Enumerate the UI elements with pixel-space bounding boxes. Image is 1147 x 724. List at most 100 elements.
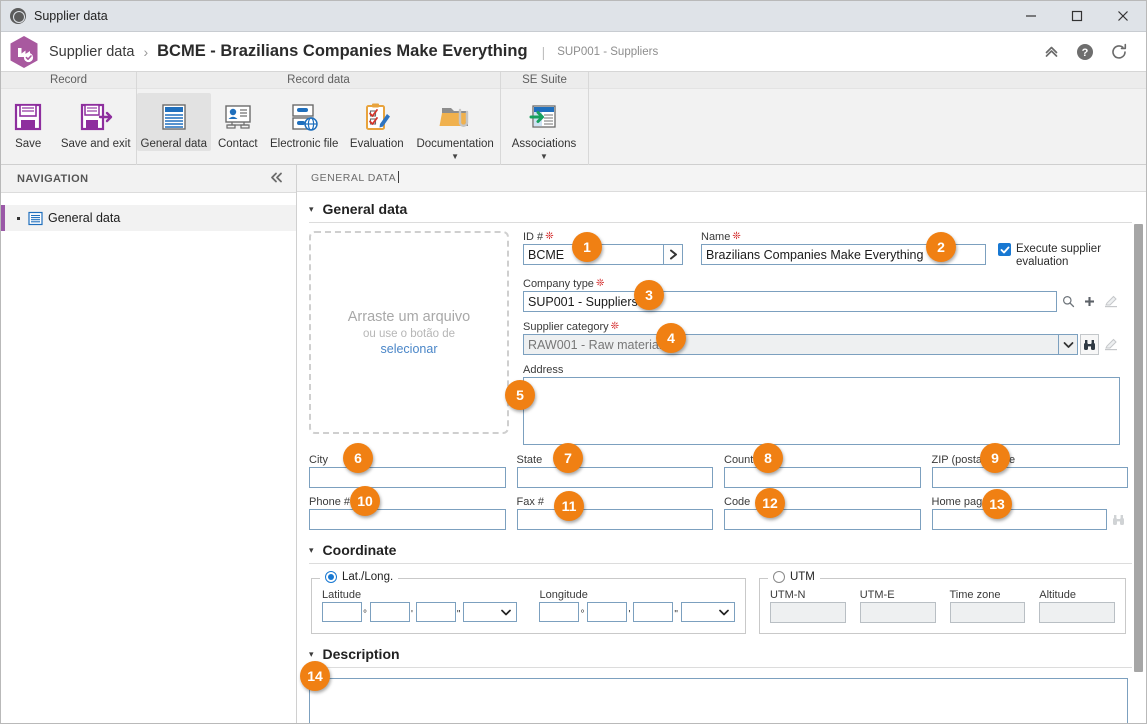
address-field[interactable] [523, 377, 1120, 445]
chevron-down-icon[interactable]: ▾ [309, 650, 314, 659]
id-field[interactable]: BCME [523, 244, 664, 265]
ribbon-button-electronic-file[interactable]: Electronic file [265, 93, 343, 151]
collapse-up-icon[interactable] [1043, 43, 1060, 60]
refresh-icon[interactable] [1110, 43, 1128, 61]
city-field[interactable] [309, 467, 506, 488]
altitude-label: Altitude [1039, 589, 1115, 601]
description-field[interactable] [309, 678, 1128, 724]
phone-field[interactable] [309, 509, 506, 530]
execute-supplier-evaluation-checkbox[interactable] [998, 243, 1011, 256]
name-field-group: Name❊ Brazilians Companies Make Everythi… [701, 231, 986, 265]
id-next-button[interactable] [664, 244, 683, 265]
second-unit-label: " [457, 609, 461, 620]
window-controls [1008, 1, 1146, 32]
longitude-minutes-input[interactable] [587, 602, 627, 622]
ribbon-group-title: Record [1, 72, 136, 89]
chevron-down-icon[interactable]: ▼ [451, 153, 459, 161]
contact-detail-row: Phone # Fax # Code Home page [309, 496, 1128, 530]
binoculars-icon[interactable] [1109, 509, 1128, 530]
chevron-down-icon[interactable]: ▾ [309, 546, 314, 555]
section-title: Coordinate [323, 542, 397, 558]
latitude-hemisphere-select[interactable] [463, 602, 517, 622]
home-page-field[interactable] [932, 509, 1108, 530]
utm-legend-label: UTM [790, 571, 815, 583]
dropzone-select-link[interactable]: selecionar [381, 342, 438, 356]
utm-radio[interactable] [773, 571, 785, 583]
ribbon-button-associations[interactable]: Associations ▼ [501, 93, 587, 161]
minimize-button[interactable] [1008, 1, 1054, 32]
plus-icon[interactable] [1080, 291, 1099, 312]
file-dropzone[interactable]: Arraste um arquivo ou use o botão de sel… [309, 231, 509, 434]
form-scroll-area: ▾ General data Arraste um arquivo ou use… [297, 192, 1146, 724]
code-field[interactable] [724, 509, 921, 530]
latlong-radio[interactable] [325, 571, 337, 583]
section-header-description[interactable]: ▾ Description [297, 634, 1146, 667]
magnifier-icon[interactable] [1059, 291, 1078, 312]
phone-label: Phone # [309, 496, 506, 508]
supplier-category-field[interactable]: RAW001 - Raw material [523, 334, 1059, 355]
evaluation-icon [361, 97, 393, 137]
phone-field-group: Phone # [309, 496, 506, 530]
ribbon-button-save[interactable]: Save [1, 93, 55, 151]
breadcrumb-root[interactable]: Supplier data [49, 44, 134, 60]
time-zone-field[interactable] [950, 602, 1026, 623]
name-field[interactable]: Brazilians Companies Make Everything [701, 244, 986, 265]
help-icon[interactable]: ? [1076, 43, 1094, 61]
maximize-button[interactable] [1054, 1, 1100, 32]
home-page-field-group: Home page [932, 496, 1129, 530]
second-unit-label: " [674, 609, 678, 620]
time-zone-group: Time zone [950, 589, 1026, 623]
eraser-icon[interactable] [1101, 334, 1120, 355]
state-field[interactable] [517, 467, 714, 488]
degree-unit-label: ° [363, 609, 367, 620]
latitude-minutes-input[interactable] [370, 602, 410, 622]
supplier-category-dropdown-button[interactable] [1059, 334, 1078, 355]
name-label: Name❊ [701, 231, 986, 243]
chevron-down-icon[interactable]: ▼ [540, 153, 548, 161]
electronic-file-icon [288, 97, 320, 137]
longitude-degrees-input[interactable] [539, 602, 579, 622]
ribbon-button-general-data[interactable]: General data [137, 93, 211, 151]
ribbon-group-title: SE Suite [501, 72, 588, 89]
eraser-icon[interactable] [1101, 291, 1120, 312]
section-header-coordinate[interactable]: ▾ Coordinate [297, 530, 1146, 563]
tab-general-data[interactable]: GENERAL DATA [311, 172, 396, 184]
zip-field-group: ZIP (postal) code [932, 454, 1129, 488]
home-page-label: Home page [932, 496, 1129, 508]
longitude-seconds-input[interactable] [633, 602, 673, 622]
country-field[interactable] [724, 467, 921, 488]
required-marker-icon: ❊ [596, 278, 604, 289]
country-label: Country [724, 454, 921, 466]
latitude-degrees-input[interactable] [322, 602, 362, 622]
latitude-seconds-input[interactable] [416, 602, 456, 622]
sidebar-item-general-data[interactable]: General data [1, 205, 296, 231]
ribbon-button-evaluation[interactable]: Evaluation [343, 93, 410, 151]
id-label: ID #❊ [523, 231, 683, 243]
longitude-hemisphere-select[interactable] [681, 602, 735, 622]
execute-supplier-evaluation-label: Execute supplier evaluation [1016, 243, 1106, 269]
ribbon-button-documentation[interactable]: Documentation ▼ [410, 93, 500, 161]
minute-unit-label: ' [411, 609, 413, 620]
section-header-general-data[interactable]: ▾ General data [297, 192, 1146, 222]
zip-field[interactable] [932, 467, 1129, 488]
documentation-icon [438, 97, 472, 137]
close-button[interactable] [1100, 1, 1146, 32]
code-field-group: Code [724, 496, 921, 530]
fax-field[interactable] [517, 509, 714, 530]
utm-n-field[interactable] [770, 602, 846, 623]
general-data-icon [28, 211, 43, 226]
binoculars-icon[interactable] [1080, 334, 1099, 355]
ribbon-button-contact[interactable]: Contact [211, 93, 265, 151]
utm-e-field[interactable] [860, 602, 936, 623]
company-type-field[interactable]: SUP001 - Suppliers [523, 291, 1057, 312]
save-icon [11, 97, 45, 137]
collapse-pane-icon[interactable] [269, 171, 284, 186]
ribbon-group-record-data: Record data Gen [137, 72, 501, 165]
chevron-down-icon[interactable]: ▾ [309, 205, 314, 214]
minute-unit-label: ' [628, 609, 630, 620]
utm-legend: UTM [768, 571, 820, 583]
description-form [297, 668, 1146, 724]
vertical-scrollbar[interactable] [1134, 224, 1143, 672]
altitude-field[interactable] [1039, 602, 1115, 623]
ribbon-button-save-and-exit[interactable]: Save and exit [55, 93, 136, 151]
